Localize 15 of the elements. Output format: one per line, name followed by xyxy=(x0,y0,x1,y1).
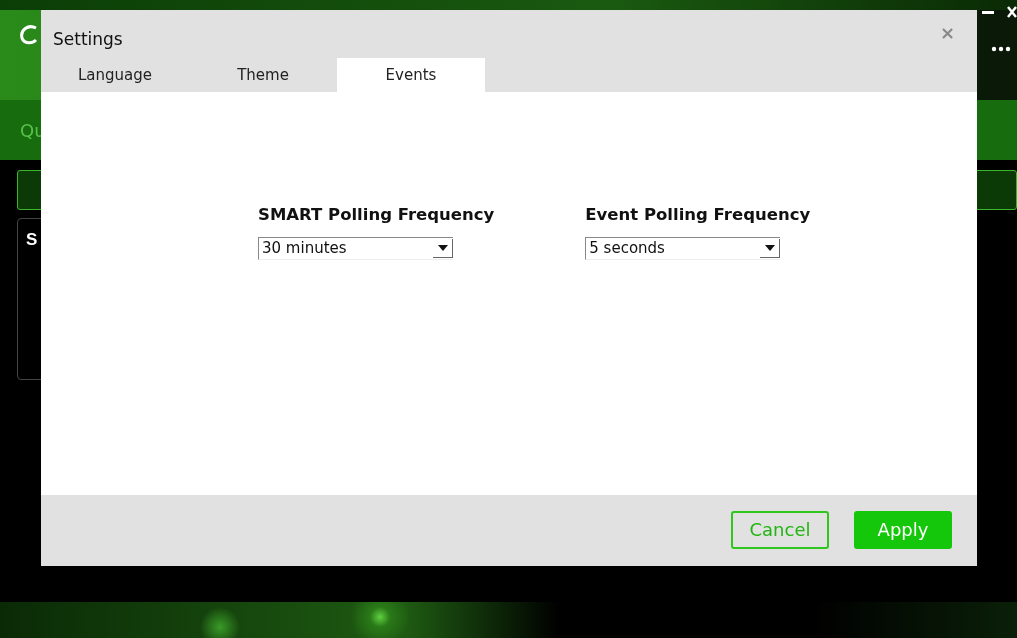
close-icon[interactable] xyxy=(1007,6,1017,18)
tab[interactable]: Language xyxy=(41,58,189,92)
dropdown-arrow-icon xyxy=(764,244,775,251)
tab[interactable]: Theme xyxy=(189,58,337,92)
more-icon[interactable] xyxy=(991,46,1011,52)
field-label: SMART Polling Frequency xyxy=(258,204,495,226)
field-label: Event Polling Frequency xyxy=(585,204,811,226)
tab[interactable]: Events xyxy=(337,58,485,92)
dropdown-arrow-icon xyxy=(437,244,448,251)
dialog-title: Settings xyxy=(52,27,123,51)
minimize-icon[interactable] xyxy=(982,10,996,16)
logo-icon xyxy=(18,24,40,46)
dropdown-field[interactable]: 30 minutes xyxy=(258,236,453,260)
panel-heading: S xyxy=(26,230,38,249)
dropdown-field[interactable]: 5 seconds xyxy=(585,236,781,260)
